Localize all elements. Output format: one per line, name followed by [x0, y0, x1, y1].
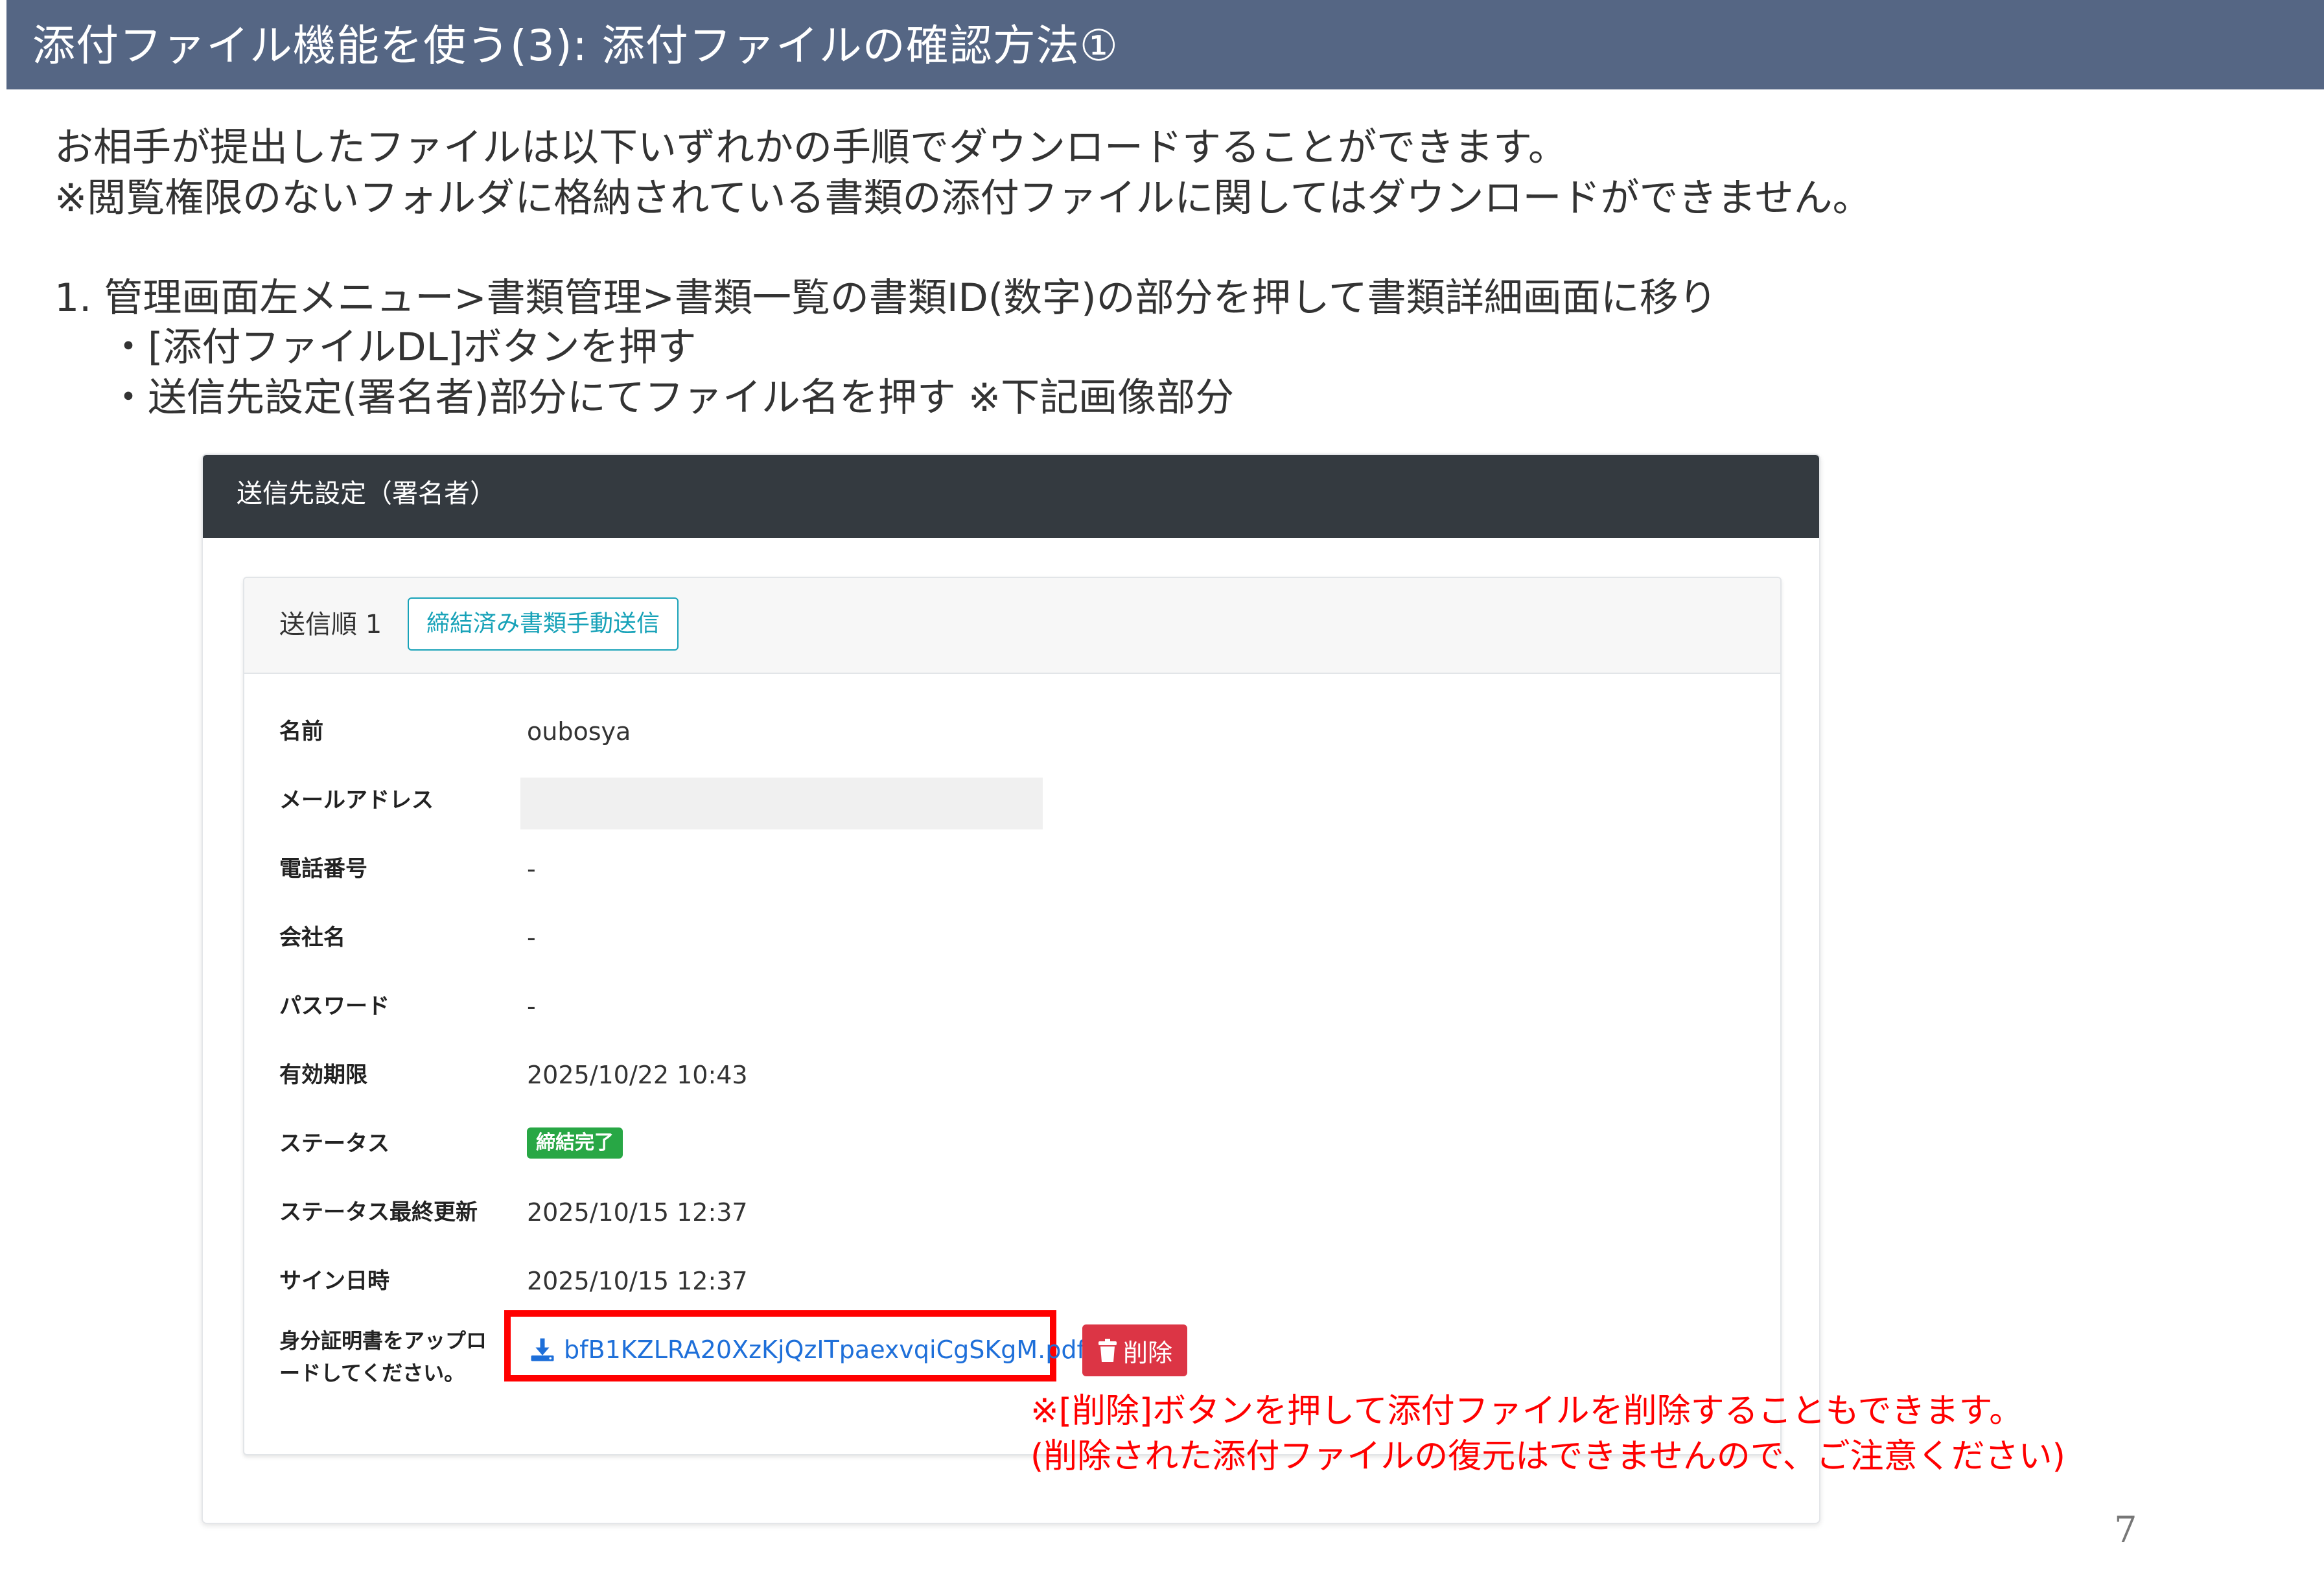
- send-order-label: 送信順 1: [279, 610, 382, 640]
- signed-at-value: 2025/10/15 12:37: [527, 1267, 748, 1295]
- expiry-value: 2025/10/22 10:43: [527, 1061, 748, 1089]
- step-1-bullet-1: ・[添付ファイルDL]ボタンを押す: [109, 325, 697, 370]
- name-label: 名前: [279, 719, 323, 745]
- delete-note-line-1: ※[削除]ボタンを押して添付ファイルを削除することもできます。: [1030, 1392, 2023, 1431]
- password-value: -: [527, 992, 536, 1021]
- slide-title-bar: 添付ファイル機能を使う(3): 添付ファイルの確認方法①: [6, 0, 2324, 89]
- panel-title: 送信先設定（署名者）: [237, 479, 496, 509]
- manual-send-button[interactable]: 締結済み書類手動送信: [408, 597, 679, 651]
- name-value: oubosya: [527, 717, 631, 746]
- trash-icon: [1098, 1339, 1117, 1362]
- panel-header: 送信先設定（署名者）: [203, 455, 1819, 538]
- step-1-bullet-2: ・送信先設定(署名者)部分にてファイル名を押す ※下記画像部分: [109, 375, 1235, 421]
- id-upload-label-line-1: 身分証明書をアップロ: [279, 1328, 487, 1353]
- phone-label: 電話番号: [279, 856, 367, 882]
- status-badge: 締結完了: [527, 1127, 623, 1159]
- status-updated-label: ステータス最終更新: [279, 1199, 478, 1225]
- company-label: 会社名: [279, 925, 345, 951]
- status-updated-value: 2025/10/15 12:37: [527, 1198, 748, 1227]
- slide-title: 添付ファイル機能を使う(3): 添付ファイルの確認方法①: [32, 21, 1119, 71]
- card-header: 送信順 1 締結済み書類手動送信: [244, 578, 1780, 674]
- intro-line-1: お相手が提出したファイルは以下いずれかの手順でダウンロードすることができます。: [54, 125, 1567, 170]
- page-number: 7: [2114, 1509, 2137, 1551]
- delete-button-label: 削除: [1122, 1338, 1172, 1367]
- id-upload-label: 身分証明書をアップロ ードしてください。: [279, 1324, 526, 1389]
- attachment-file-name: bfB1KZLRA20XzKjQzITpaexvqiCgSKgM.pdf: [564, 1335, 1086, 1364]
- status-label: ステータス: [279, 1131, 389, 1157]
- delete-note-line-2: (削除された添付ファイルの復元はできませんので、ご注意ください): [1030, 1437, 2065, 1476]
- step-1-text: 1. 管理画面左メニュー>書類管理>書類一覧の書類ID(数字)の部分を押して書類…: [54, 275, 1717, 321]
- delete-attachment-button[interactable]: 削除: [1082, 1324, 1187, 1376]
- intro-line-2: ※閲覧権限のないフォルダに格納されている書類の添付ファイルに関してはダウンロード…: [54, 176, 1872, 221]
- company-value: -: [527, 923, 536, 952]
- download-icon: [531, 1338, 554, 1361]
- expiry-label: 有効期限: [279, 1062, 367, 1088]
- password-label: パスワード: [279, 993, 389, 1019]
- attachment-file-link[interactable]: bfB1KZLRA20XzKjQzITpaexvqiCgSKgM.pdf: [529, 1334, 1086, 1366]
- email-value-redacted: [520, 778, 1043, 829]
- email-label: メールアドレス: [279, 787, 434, 813]
- signed-at-label: サイン日時: [279, 1268, 389, 1294]
- id-upload-label-line-2: ードしてください。: [279, 1361, 465, 1385]
- phone-value: -: [527, 855, 536, 883]
